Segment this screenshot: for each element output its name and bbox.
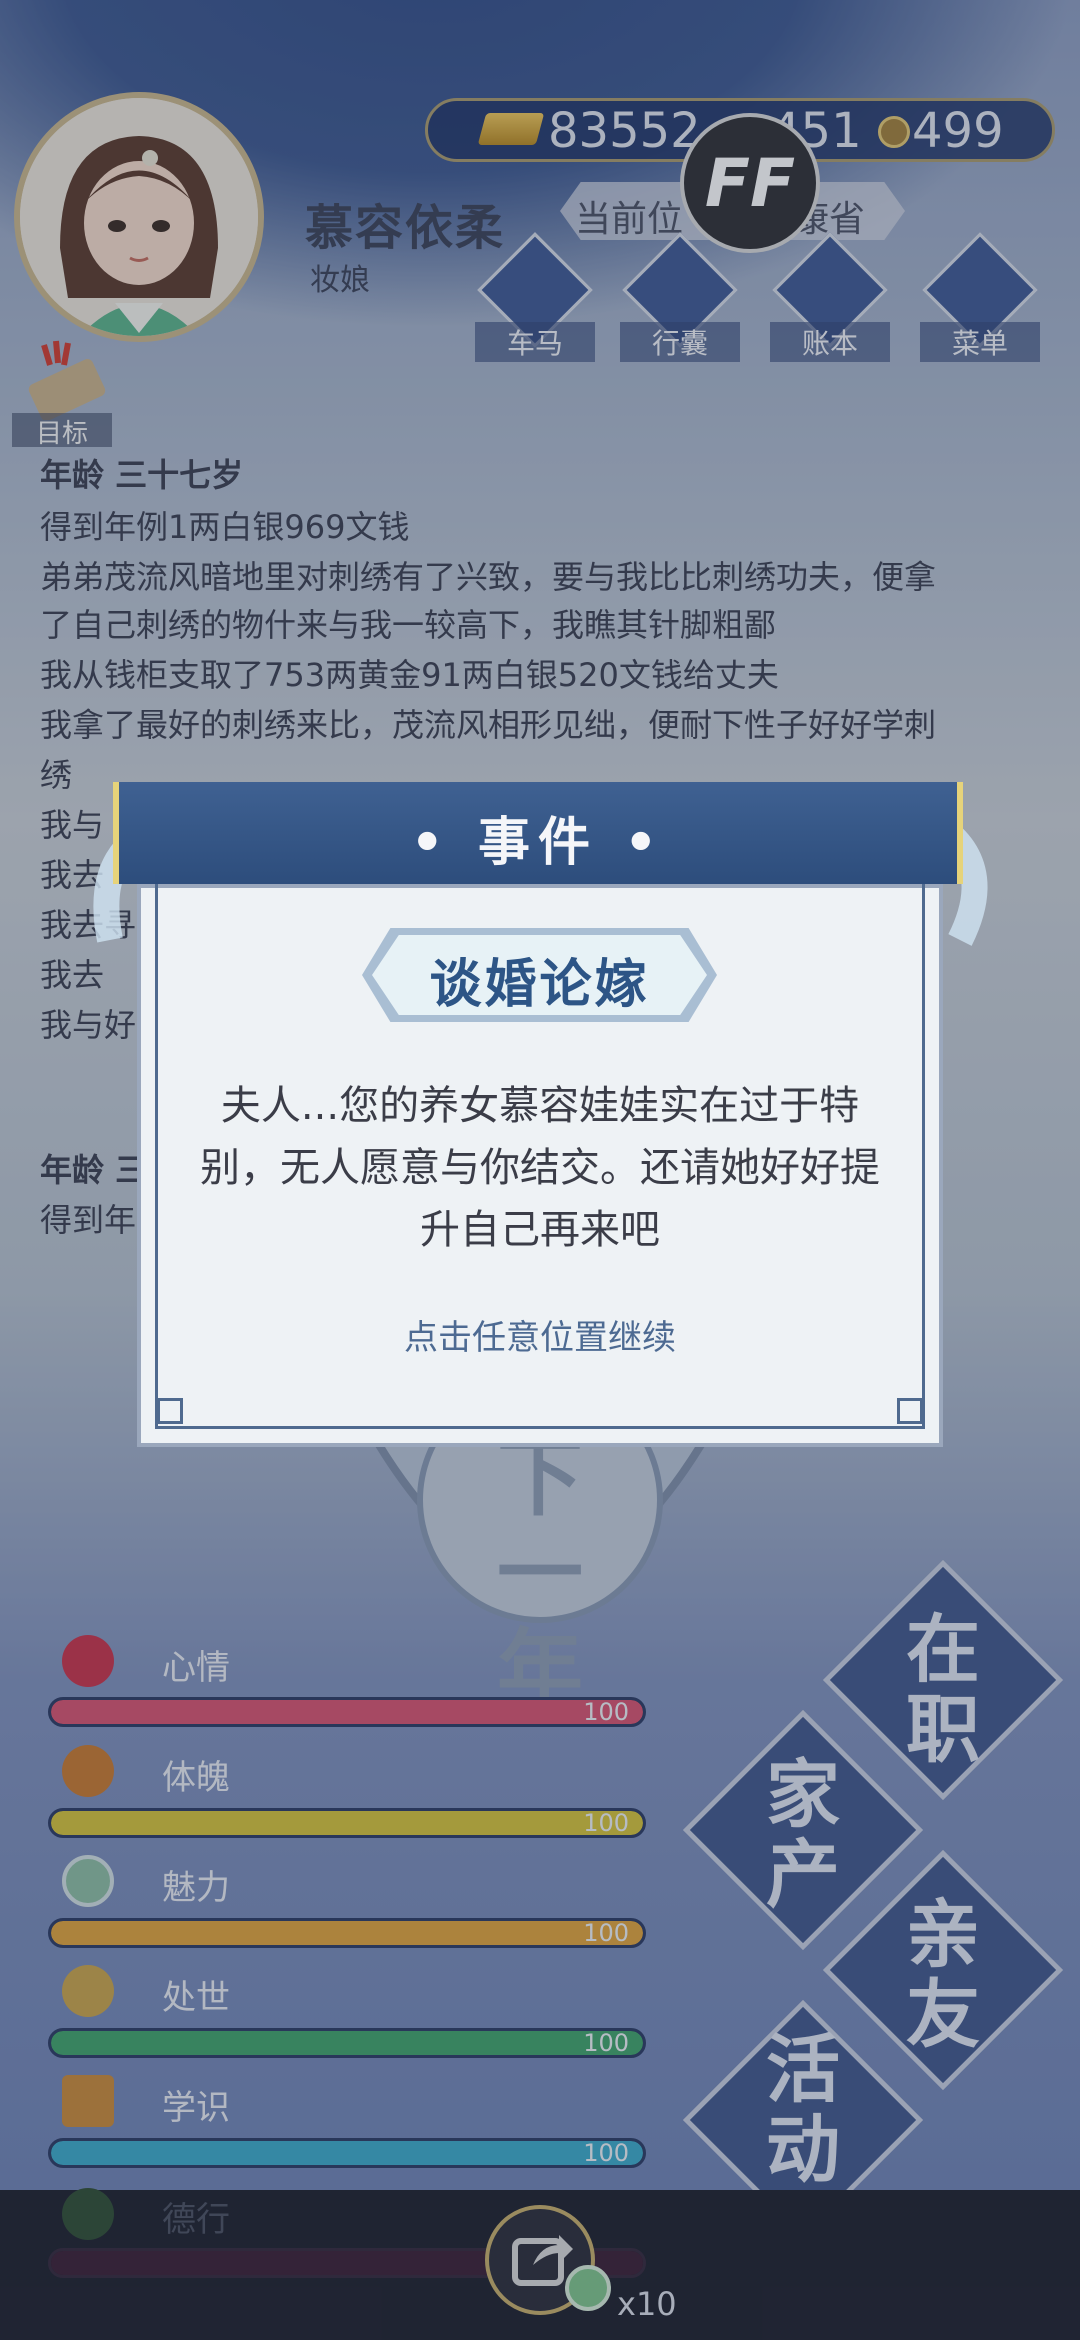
modal-title: • 事件 • bbox=[410, 813, 666, 873]
event-name: 谈婚论嫁 bbox=[429, 955, 650, 1015]
event-message: 夫人...您的养女慕容娃娃实在过于特别，无人愿意与你结交。还请她好好提升自己再来… bbox=[200, 1083, 880, 1253]
corner-ornament-icon bbox=[157, 1398, 183, 1424]
continue-hint[interactable]: 点击任意位置继续 bbox=[185, 1310, 895, 1359]
corner-ornament-icon bbox=[897, 1398, 923, 1424]
